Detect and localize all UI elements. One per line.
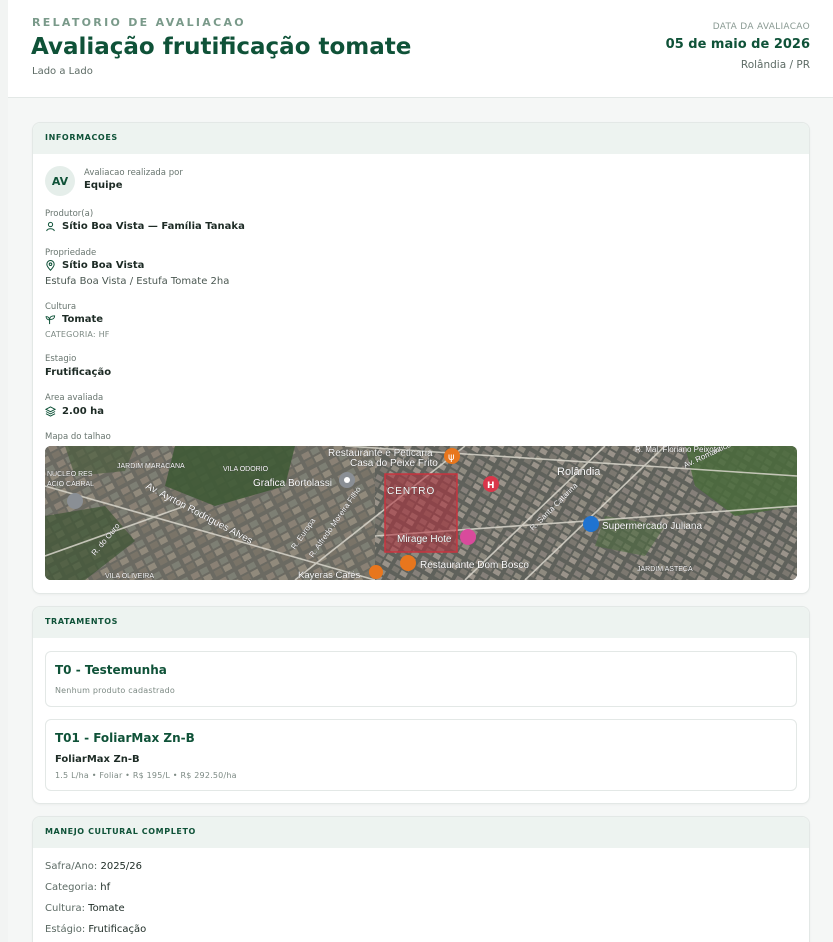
property-row: Sítio Boa Vista <box>45 260 144 271</box>
area-value: 2.00 ha <box>62 406 105 417</box>
management-card: MANEJO CULTURAL COMPLETO Safra/Ano: 2025… <box>32 816 810 942</box>
evaluated-by: Equipe <box>84 180 123 191</box>
map-label-dom-bosco: Restaurante Dom Bosco <box>420 560 529 571</box>
map-label-jardim-asteca: JARDIM ASTECA <box>637 566 693 573</box>
producer-name: Sítio Boa Vista — Família Tanaka <box>62 221 245 232</box>
treatment-product-detail: 1.5 L/ha • Foliar • R$ 195/L • R$ 292.50… <box>55 771 237 780</box>
treatment-item[interactable]: T01 - FoliarMax Zn-B FoliarMax Zn-B 1.5 … <box>45 719 797 791</box>
layers-icon <box>45 406 56 417</box>
management-key: Estágio: <box>45 924 86 935</box>
crop-name: Tomate <box>62 314 104 325</box>
management-key: Categoria: <box>45 882 98 893</box>
map-label-cabral: ACIO CABRAL <box>47 481 94 488</box>
map-label-casa-peixe: Casa do Peixe Frito <box>350 458 438 469</box>
field-map[interactable]: Restaurante e Peticaria Casa do Peixe Fr… <box>45 446 797 580</box>
producer-row: Sítio Boa Vista — Família Tanaka <box>45 221 245 232</box>
map-label-jardim-maracana: JARDIM MARACANA <box>117 463 185 470</box>
property-detail: Estufa Boa Vista / Estufa Tomate 2ha <box>45 276 230 287</box>
crop-row: Tomate <box>45 314 103 325</box>
map-label-grafica: Grafica Bortolassi <box>253 478 332 489</box>
map-label-vila-oliveira: VILA OLIVEIRA <box>105 573 154 580</box>
crop-category: CATEGORIA: HF <box>45 330 110 339</box>
evaluated-by-label: Avaliacao realizada por <box>84 168 183 178</box>
management-key: Cultura: <box>45 903 85 914</box>
page-subtitle: Lado a Lado <box>32 66 93 77</box>
management-value: 2025/26 <box>100 861 143 872</box>
area-label: Area avaliada <box>45 393 104 403</box>
management-row: Cultura: Tomate <box>45 903 125 914</box>
treatment-title: T01 - FoliarMax Zn-B <box>55 731 195 745</box>
map-label-centro: CENTRO <box>387 486 435 497</box>
school-pin-icon[interactable] <box>67 493 83 509</box>
treatment-product: FoliarMax Zn-B <box>55 754 140 765</box>
evaluation-location: Rolândia / PR <box>740 59 810 71</box>
crop-label: Cultura <box>45 302 77 312</box>
report-header: RELATORIO DE AVALIACAO Avaliação frutifi… <box>8 0 833 98</box>
map-label-mirage: Mirage Hote <box>397 534 452 545</box>
map-label-kayeras: Kayeras Cafés <box>298 570 361 580</box>
management-row: Categoria: hf <box>45 882 110 893</box>
page-title: Avaliação frutificação tomate <box>31 34 412 60</box>
management-value: Tomate <box>88 903 125 914</box>
map-label-nucleo: NUCLEO RES <box>47 471 93 478</box>
info-card: INFORMACOES AV Avaliacao realizada por E… <box>32 122 810 594</box>
management-card-heading: MANEJO CULTURAL COMPLETO <box>33 817 809 848</box>
area-row: 2.00 ha <box>45 406 104 417</box>
evaluation-date: 05 de maio de 2026 <box>665 37 810 52</box>
management-row: Estágio: Frutificação <box>45 924 146 935</box>
property-label: Propriedade <box>45 248 97 258</box>
producer-label: Produtor(a) <box>45 209 94 219</box>
map-label-supermercado: Supermercado Juliana <box>602 521 702 532</box>
svg-text:H: H <box>487 481 495 491</box>
treatments-card-heading: TRATAMENTOS <box>33 607 809 638</box>
treatments-card: TRATAMENTOS T0 - Testemunha Nenhum produ… <box>32 606 810 804</box>
property-name: Sítio Boa Vista <box>62 260 145 271</box>
stage-label: Estagio <box>45 354 77 364</box>
satellite-map: Restaurante e Peticaria Casa do Peixe Fr… <box>45 446 797 580</box>
treatment-title: T0 - Testemunha <box>55 663 167 677</box>
info-card-heading: INFORMACOES <box>33 123 809 154</box>
user-icon <box>46 221 55 232</box>
date-label: DATA DA AVALIACAO <box>712 22 810 32</box>
treatment-empty-note: Nenhum produto cadastrado <box>55 686 176 695</box>
management-row: Safra/Ano: 2025/26 <box>45 861 142 872</box>
management-value: Frutificação <box>88 924 147 935</box>
restaurant-pin-icon-2[interactable] <box>400 555 416 571</box>
map-label-city: Rolândia <box>557 466 601 478</box>
avatar: AV <box>45 166 75 196</box>
map-label-vila-odorio: VILA ODORIO <box>223 466 269 473</box>
shopping-pin-icon[interactable] <box>583 516 599 532</box>
treatment-item[interactable]: T0 - Testemunha Nenhum produto cadastrad… <box>45 651 797 707</box>
sprout-icon <box>45 315 56 325</box>
stage-value: Frutificação <box>45 367 112 378</box>
management-value: hf <box>100 882 111 893</box>
report-eyebrow: RELATORIO DE AVALIACAO <box>32 16 246 29</box>
map-pin-icon <box>46 260 55 271</box>
map-label: Mapa do talhao <box>45 432 111 442</box>
management-key: Safra/Ano: <box>45 861 98 872</box>
hotel-pin-icon[interactable] <box>460 529 476 545</box>
report-page: RELATORIO DE AVALIACAO Avaliação frutifi… <box>8 0 833 942</box>
cafe-pin-icon[interactable] <box>369 565 383 579</box>
svg-text:ψ: ψ <box>448 452 455 463</box>
